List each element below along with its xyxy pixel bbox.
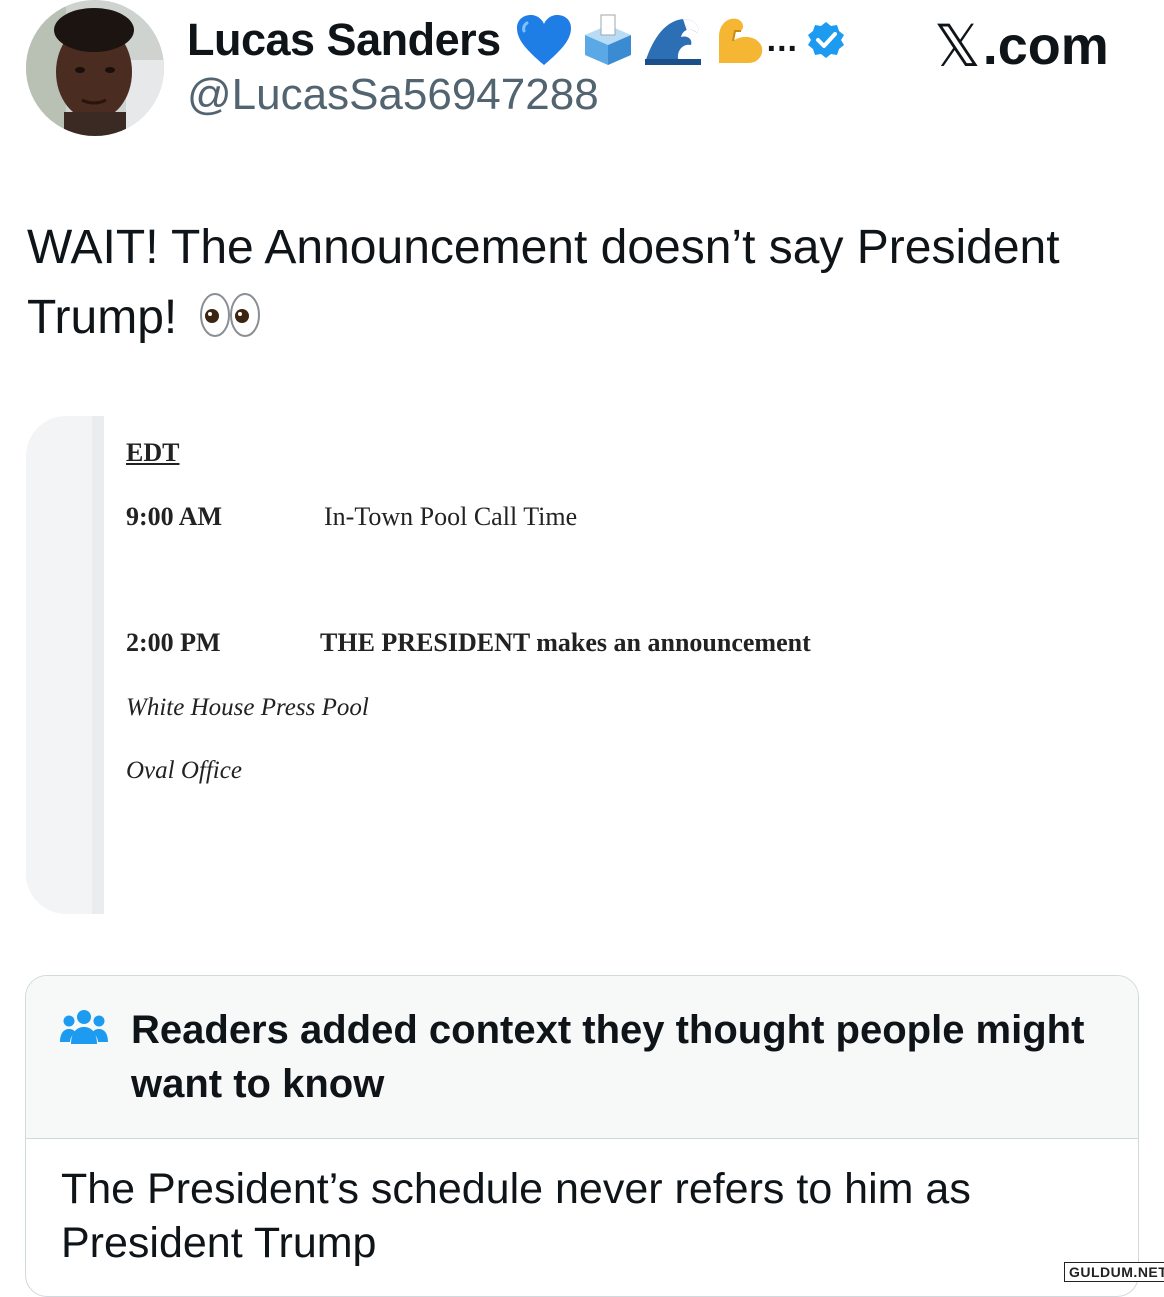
- tweet-body: WAIT! The Announcement doesn’t say Presi…: [27, 221, 1060, 344]
- blue-heart-icon: [516, 15, 571, 65]
- tweet-media-image[interactable]: EDT 9:00 AM In-Town Pool Call Time 2:00 …: [26, 416, 1136, 914]
- avatar-photo: [26, 0, 164, 136]
- site-brand: 𝕏 .com: [934, 12, 1109, 80]
- media-edge: [26, 416, 92, 914]
- schedule-event: In-Town Pool Call Time: [324, 502, 578, 531]
- verified-badge-icon[interactable]: [806, 20, 846, 60]
- name-row: Lucas Sanders ...: [187, 10, 846, 70]
- name-ellipsis: ...: [766, 20, 798, 59]
- community-note-header: Readers added context they thought peopl…: [26, 976, 1138, 1139]
- ballot-box-icon: [584, 14, 631, 65]
- schedule-event: THE PRESIDENT makes an announcement: [320, 628, 811, 657]
- author-display-name[interactable]: Lucas Sanders: [187, 14, 501, 66]
- wave-icon: [644, 19, 701, 65]
- schedule-timezone: EDT: [126, 438, 180, 467]
- x-logo-icon: 𝕏: [934, 12, 981, 80]
- schedule-time: 2:00 PM: [126, 628, 221, 657]
- schedule-time: 9:00 AM: [126, 502, 223, 531]
- flexed-biceps-icon: [718, 18, 762, 63]
- brand-suffix: .com: [982, 16, 1109, 76]
- community-note[interactable]: Readers added context they thought peopl…: [25, 975, 1139, 1297]
- people-icon: [60, 1010, 108, 1044]
- schedule-location: Oval Office: [126, 757, 242, 784]
- author-handle[interactable]: @LucasSa56947288: [187, 70, 599, 120]
- tweet-header: Lucas Sanders ... @LucasSa56947288 𝕏 .co…: [0, 0, 1164, 150]
- tweet-text: WAIT! The Announcement doesn’t say Presi…: [27, 213, 1127, 353]
- watermark: GULDUM.NET: [1064, 1262, 1164, 1282]
- media-edge-inner: [92, 416, 104, 914]
- community-note-body: The President’s schedule never refers to…: [61, 1165, 971, 1267]
- schedule-coverage: White House Press Pool: [126, 694, 369, 721]
- community-note-title: Readers added context they thought peopl…: [131, 1008, 1085, 1106]
- name-emojis: [515, 13, 765, 67]
- eyes-icon: [199, 293, 260, 337]
- avatar[interactable]: [26, 0, 164, 136]
